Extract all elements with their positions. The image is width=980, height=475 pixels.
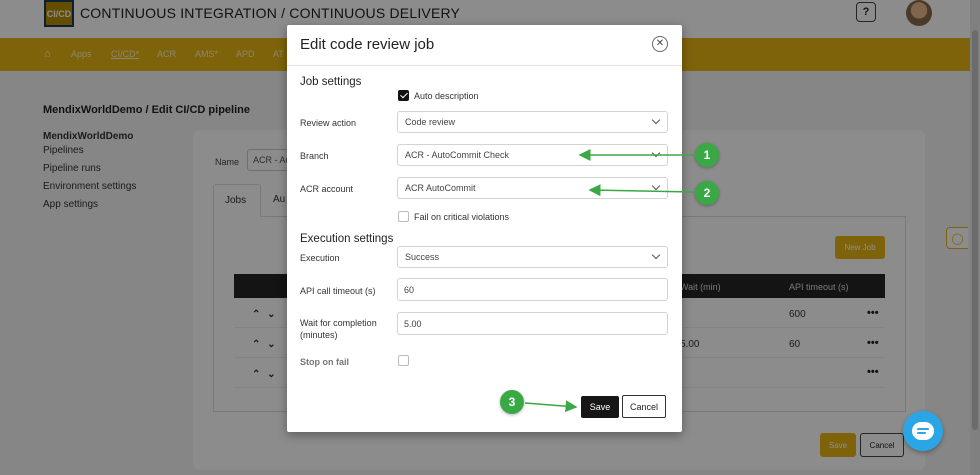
annotation-badge-3: 3 <box>500 390 524 414</box>
annotation-badge-2: 2 <box>695 181 719 205</box>
arrow-2 <box>588 184 695 197</box>
annotation-badge-1: 1 <box>695 143 719 167</box>
arrow-3 <box>524 400 578 413</box>
annotation-arrows <box>524 149 695 413</box>
